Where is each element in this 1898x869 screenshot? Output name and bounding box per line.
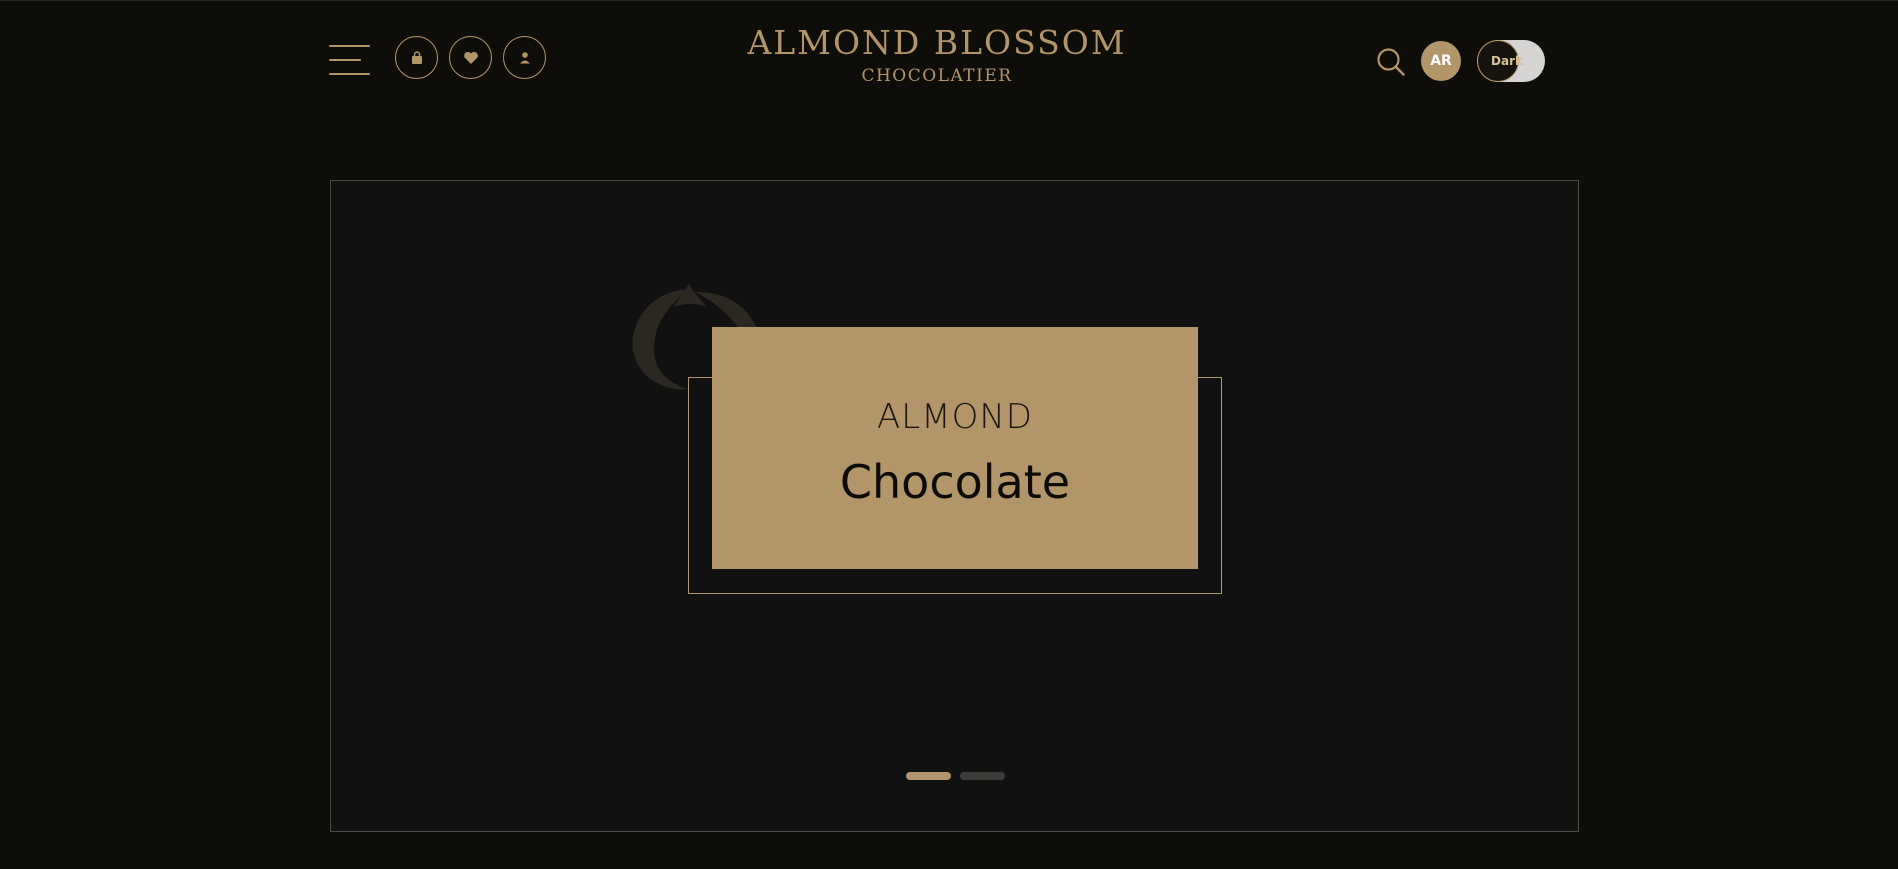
user-icon bbox=[519, 52, 530, 64]
hero-eyebrow: ALMOND bbox=[877, 397, 1033, 437]
brand-name: ALMOND BLOSSOM bbox=[747, 23, 1127, 62]
search-icon bbox=[1377, 48, 1405, 76]
shopping-bag-icon bbox=[411, 50, 422, 64]
menu-bar bbox=[329, 73, 370, 75]
hero-card: ALMOND Chocolate bbox=[712, 327, 1198, 569]
hamburger-menu-icon[interactable] bbox=[329, 45, 370, 75]
user-avatar[interactable]: AR bbox=[1421, 41, 1461, 81]
top-border bbox=[0, 0, 1898, 1]
theme-toggle[interactable]: Dark bbox=[1477, 40, 1545, 82]
brand-tagline: CHOCOLATIER bbox=[861, 66, 1013, 86]
hero-title: Chocolate bbox=[839, 455, 1071, 509]
carousel-pagination bbox=[906, 772, 1005, 780]
carousel-dot-2[interactable] bbox=[960, 772, 1005, 780]
heart-icon bbox=[463, 51, 478, 64]
search-button[interactable] bbox=[1376, 47, 1406, 77]
theme-toggle-knob: Dark bbox=[1477, 40, 1523, 82]
theme-toggle-label: Dark bbox=[1491, 54, 1523, 68]
menu-bar bbox=[329, 45, 370, 47]
account-button[interactable] bbox=[503, 36, 546, 79]
hero-banner: ALMOND Chocolate bbox=[330, 180, 1579, 832]
cart-button[interactable] bbox=[395, 36, 438, 79]
menu-bar bbox=[329, 59, 361, 61]
brand-logo[interactable]: ALMOND BLOSSOM CHOCOLATIER bbox=[737, 26, 1137, 86]
carousel-dot-1[interactable] bbox=[906, 772, 951, 780]
wishlist-button[interactable] bbox=[449, 36, 492, 79]
